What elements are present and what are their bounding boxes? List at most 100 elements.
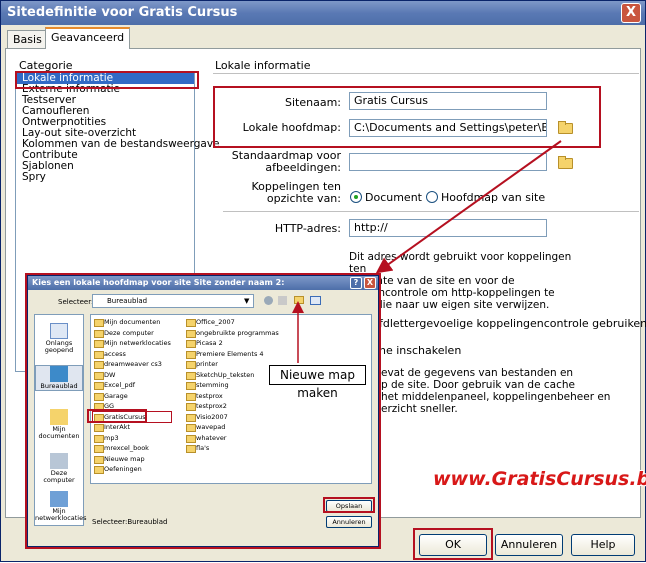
images-folder-label-line2: afbeeldingen: <box>265 161 341 174</box>
place-label: Bureaublad <box>40 382 78 390</box>
case-sensitive-checkbox-label[interactable]: fdlettergevoelige koppelingencontrole ge… <box>379 317 646 330</box>
file-item-gratiscursus[interactable]: GratisCursus <box>92 410 172 423</box>
http-help-text: Dit adres wordt gebruikt voor koppelinge… <box>349 251 589 311</box>
view-menu-icon[interactable] <box>310 296 321 305</box>
enable-cache-checkbox-label[interactable]: he inschakelen <box>379 344 461 357</box>
section-divider <box>213 73 639 74</box>
file-item[interactable]: dreamweaver cs3 <box>93 359 171 370</box>
browse-images-folder-icon[interactable] <box>558 156 573 169</box>
dialog-close-button[interactable]: X <box>364 277 376 289</box>
place-label: Onlangs geopend <box>44 339 74 354</box>
network-icon <box>50 491 68 507</box>
place-label: Deze computer <box>43 469 75 484</box>
up-folder-icon[interactable] <box>278 296 287 305</box>
cache-help-line: erzicht sneller. <box>381 403 458 415</box>
file-item[interactable]: testprox2 <box>185 401 279 412</box>
category-heading: Categorie <box>19 59 73 72</box>
file-item[interactable]: InterAkt <box>93 422 171 433</box>
root-folder-input[interactable]: C:\Documents and Settings\peter\Bureau <box>349 119 547 137</box>
places-bar: Onlangs geopend Bureaublad Mijn document… <box>34 314 87 526</box>
file-item[interactable]: Excel_pdf <box>93 380 171 391</box>
window-title: Sitedefinitie voor Gratis Cursus <box>7 5 238 20</box>
file-item[interactable]: whatever <box>185 433 279 444</box>
cache-help-line: het middelenpaneel, koppelingenbeheer en <box>381 391 611 403</box>
browse-root-folder-icon[interactable] <box>558 121 573 134</box>
radio-document-label: Document <box>365 191 422 204</box>
tab-basis[interactable]: Basis <box>7 30 48 49</box>
file-item[interactable]: DW <box>93 370 171 381</box>
dialog-help-button[interactable]: ? <box>350 277 362 289</box>
file-item[interactable]: Mijn netwerklocaties <box>93 338 171 349</box>
site-name-input[interactable]: Gratis Cursus <box>349 92 547 110</box>
dialog-save-button[interactable]: Opslaan <box>326 500 372 512</box>
look-in-select[interactable]: Bureaublad <box>92 294 254 308</box>
file-item[interactable]: Oefeningen <box>93 464 171 475</box>
http-address-label: HTTP-adres: <box>274 222 341 235</box>
cache-help-text: evat de gegevens van bestanden en p de s… <box>381 367 621 415</box>
window-close-button[interactable]: X <box>621 3 641 23</box>
ok-button[interactable]: OK <box>419 534 487 556</box>
place-label: Mijn documenten <box>38 425 80 440</box>
watermark-logo: www.GratisCursus.be <box>433 468 646 490</box>
radio-document[interactable] <box>350 191 362 203</box>
place-label: Mijn netwerklocaties <box>35 507 87 522</box>
computer-icon <box>50 453 68 469</box>
category-item-spry[interactable]: Spry <box>16 172 194 183</box>
help-line: opzichte van de site en voor de <box>349 275 515 287</box>
file-item[interactable]: Nieuwe map <box>93 454 171 465</box>
file-item[interactable]: Picasa 2 <box>185 338 279 349</box>
place-recent[interactable]: Onlangs geopend <box>35 323 83 354</box>
images-folder-label: Standaardmap voor afbeeldingen: <box>227 150 341 174</box>
cancel-button[interactable]: Annuleren <box>495 534 563 556</box>
file-item[interactable]: testprox <box>185 391 279 402</box>
chevron-down-icon[interactable]: ▼ <box>244 297 249 305</box>
back-icon[interactable] <box>264 296 273 305</box>
dialog-title: Kies een lokale hoofdmap voor site Site … <box>28 276 378 290</box>
section-title: Lokale informatie <box>215 59 311 72</box>
file-item[interactable]: Visio2007 <box>185 412 279 423</box>
recent-icon <box>50 323 68 339</box>
choose-folder-dialog: Kies een lokale hoofdmap voor site Site … <box>27 275 379 547</box>
file-item[interactable]: access <box>93 349 171 360</box>
file-item[interactable]: printer <box>185 359 279 370</box>
file-item[interactable]: GG <box>93 401 171 412</box>
new-folder-callout: Nieuwe map maken <box>269 365 366 400</box>
file-column-1: Mijn documenten Deze computer Mijn netwe… <box>92 317 172 475</box>
file-item[interactable]: Premiere Elements 4 <box>185 349 279 360</box>
site-name-label: Sitenaam: <box>285 96 341 109</box>
help-line: eren die naar uw eigen site verwijzen. <box>349 299 550 311</box>
file-item[interactable]: fla's <box>185 443 279 454</box>
place-network[interactable]: Mijn netwerklocaties <box>35 491 87 522</box>
http-address-input[interactable]: http:// <box>349 219 547 237</box>
place-desktop[interactable]: Bureaublad <box>35 365 83 391</box>
desktop-icon <box>50 366 68 382</box>
file-item[interactable]: stemming <box>185 380 279 391</box>
images-folder-input[interactable] <box>349 153 547 171</box>
file-item[interactable]: Mijn documenten <box>93 317 171 328</box>
tab-advanced[interactable]: Geavanceerd <box>45 27 131 49</box>
help-line: Dit adres wordt gebruikt voor koppelinge… <box>349 251 572 275</box>
site-definition-window: Sitedefinitie voor Gratis Cursus X Basis… <box>0 0 646 562</box>
radio-site-root[interactable] <box>426 191 438 203</box>
cache-help-line: p de site. Door gebruik van de cache <box>381 379 575 391</box>
file-item[interactable]: wavepad <box>185 422 279 433</box>
file-item[interactable]: Office_2007 <box>185 317 279 328</box>
window-titlebar: Sitedefinitie voor Gratis Cursus X <box>1 1 645 25</box>
radio-site-root-label: Hoofdmap van site <box>441 191 546 204</box>
file-item[interactable]: mrexcel_book <box>93 443 171 454</box>
place-computer[interactable]: Deze computer <box>35 453 83 484</box>
file-item[interactable]: mp3 <box>93 433 171 444</box>
http-divider <box>223 211 639 212</box>
file-item[interactable]: SketchUp_teksten <box>185 370 279 381</box>
file-item[interactable]: ongebruikte programmas <box>185 328 279 339</box>
selection-label: Selecteer:Bureaublad <box>92 518 168 526</box>
dialog-cancel-button[interactable]: Annuleren <box>326 516 372 528</box>
place-documents[interactable]: Mijn documenten <box>35 409 83 440</box>
file-item[interactable]: Garage <box>93 391 171 402</box>
new-folder-icon[interactable] <box>294 296 304 304</box>
links-relative-label: Koppelingen ten opzichte van: <box>227 181 341 205</box>
help-button[interactable]: Help <box>571 534 635 556</box>
cache-help-line: evat de gegevens van bestanden en <box>381 367 574 379</box>
look-in-label: Selecteer: <box>58 298 94 306</box>
file-item[interactable]: Deze computer <box>93 328 171 339</box>
